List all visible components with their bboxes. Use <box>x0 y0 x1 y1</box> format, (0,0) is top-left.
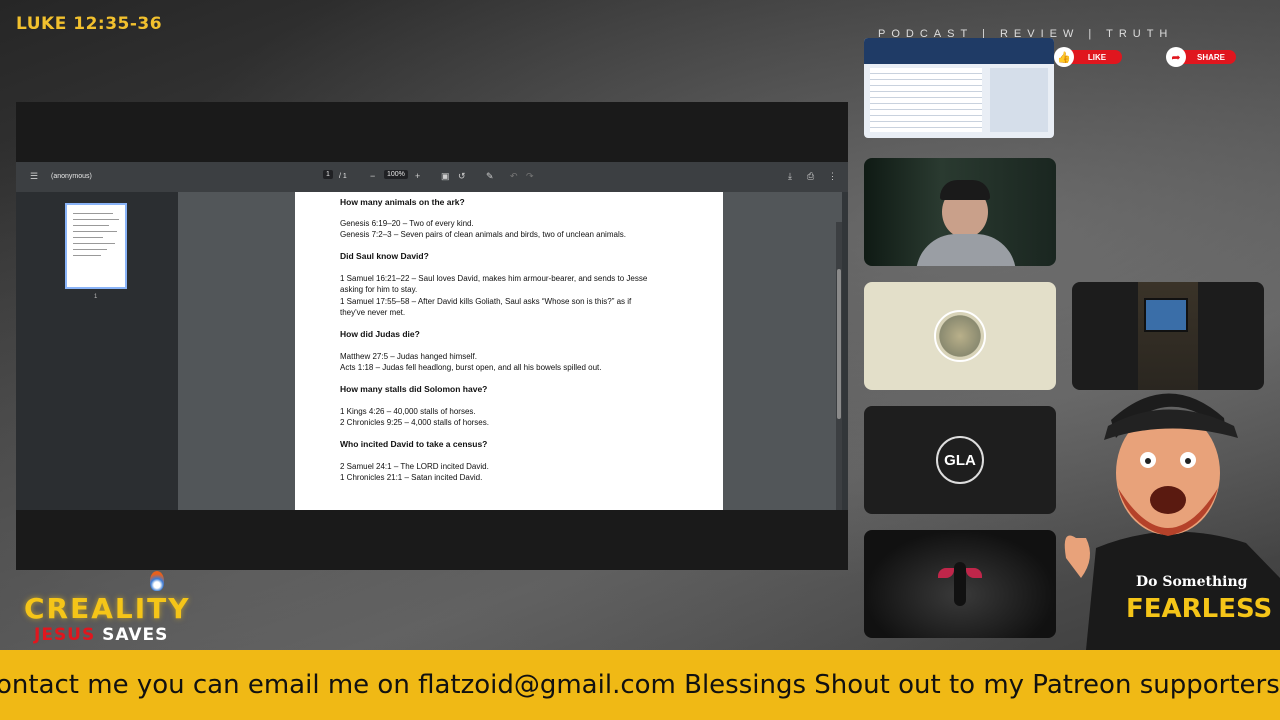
answer-line: 2 Samuel 24:1 – The LORD incited David. <box>340 462 489 471</box>
thumb-line <box>73 225 109 226</box>
page-scrollbar[interactable] <box>836 222 842 510</box>
page-total: / 1 <box>339 173 347 180</box>
jesus-saves-tagline: JESUS SAVES <box>34 625 168 645</box>
answer-line: 1 Chronicles 21:1 – Satan incited David. <box>340 473 483 482</box>
question-heading: Who incited David to take a census? <box>340 439 488 449</box>
figure-wing-left <box>938 568 954 578</box>
page-canvas-area: How many animals on the ark? Genesis 6:1… <box>178 192 842 510</box>
share-label: SHARE <box>1196 52 1225 62</box>
page-thumbnail[interactable] <box>65 203 127 289</box>
zoom-in-icon[interactable]: + <box>415 171 420 181</box>
more-options-icon[interactable]: ⋮ <box>828 171 837 182</box>
annotate-icon[interactable]: ✎ <box>486 171 494 182</box>
question-heading: How many animals on the ark? <box>340 197 465 207</box>
participant-webcam-tile[interactable] <box>864 158 1056 266</box>
person-hoodie <box>916 234 1016 266</box>
page-number-input[interactable]: 1 <box>323 170 333 179</box>
question-heading: Did Saul know David? <box>340 251 429 261</box>
answer-line: 2 Chronicles 9:25 – 4,000 stalls of hors… <box>340 418 489 427</box>
scrollbar-thumb[interactable] <box>837 269 841 419</box>
mini-screen-header <box>864 38 1054 64</box>
thumb-line <box>73 249 107 250</box>
question-heading: How did Judas die? <box>340 329 420 339</box>
zoom-out-icon[interactable]: − <box>370 171 375 181</box>
rotate-icon[interactable]: ↺ <box>458 171 466 182</box>
participant-tile-gla[interactable]: GLA <box>864 406 1056 514</box>
tagline-saves: SAVES <box>102 625 169 645</box>
undo-icon[interactable]: ↶ <box>510 171 518 182</box>
thumbnail-page-number: 1 <box>94 294 98 300</box>
thumb-line <box>73 231 117 232</box>
thumb-line <box>73 237 103 238</box>
host-cartoon-avatar: Do Something FEARLESS <box>1056 378 1280 650</box>
answer-line: 1 Samuel 17:55–58 – After David kills Go… <box>340 297 632 306</box>
thumb-line <box>73 243 115 244</box>
answer-line: asking for him to stay. <box>340 285 418 294</box>
answer-line: 1 Kings 4:26 – 40,000 stalls of horses. <box>340 407 476 416</box>
thumb-line <box>73 213 113 214</box>
answer-line: Genesis 6:19–20 – Two of every kind. <box>340 219 474 228</box>
thumb-line <box>73 219 119 220</box>
thumbnail-sidebar: 1 <box>16 192 179 510</box>
shirt-slogan-line1: Do Something <box>1136 574 1248 590</box>
menu-icon[interactable]: ☰ <box>30 171 38 182</box>
figure-wing-right <box>966 568 982 578</box>
room-tv <box>1144 298 1188 332</box>
shirt-slogan-line2: FEARLESS <box>1126 594 1273 624</box>
answer-line: they've never met. <box>340 308 406 317</box>
document-title: (anonymous) <box>51 173 92 180</box>
download-icon[interactable]: ⤓ <box>788 171 792 182</box>
answer-line: Acts 1:18 – Judas fell headlong, burst o… <box>340 363 602 372</box>
creality-logo: CREALITY <box>24 592 191 625</box>
participant-screen-tile[interactable] <box>864 38 1054 138</box>
answer-line: Matthew 27:5 – Judas hanged himself. <box>340 352 477 361</box>
zoom-level-input[interactable]: 100% <box>384 170 408 179</box>
participant-tile-room[interactable] <box>1072 282 1264 390</box>
news-ticker: ontact me you can email me on flatzoid@g… <box>0 650 1280 720</box>
figure-silhouette <box>954 562 966 606</box>
thumb-line <box>73 255 101 256</box>
ticker-text: ontact me you can email me on flatzoid@g… <box>0 670 1280 700</box>
pdf-viewer: ☰ (anonymous) 1 / 1 − 100% + ▣ ↺ ✎ ↶ ↷ ⤓… <box>16 162 848 510</box>
pdf-toolbar: ☰ (anonymous) 1 / 1 − 100% + ▣ ↺ ✎ ↶ ↷ ⤓… <box>16 162 848 192</box>
coin-emblem <box>934 310 986 362</box>
like-label: LIKE <box>1087 52 1107 62</box>
screen-share-panel: ☰ (anonymous) 1 / 1 − 100% + ▣ ↺ ✎ ↶ ↷ ⤓… <box>16 102 848 570</box>
verse-reference: LUKE 12:35-36 <box>16 14 163 34</box>
tagline-jesus: JESUS <box>34 625 96 645</box>
flame-icon <box>150 571 164 591</box>
mini-screen-sidebar <box>990 68 1048 132</box>
question-heading: How many stalls did Solomon have? <box>340 384 488 394</box>
person-cap <box>940 180 990 200</box>
answer-line: Genesis 7:2–3 – Seven pairs of clean ani… <box>340 230 626 239</box>
fit-page-icon[interactable]: ▣ <box>441 171 450 182</box>
participant-tile-figure[interactable] <box>864 530 1056 638</box>
redo-icon[interactable]: ↷ <box>526 171 534 182</box>
pdf-page: How many animals on the ark? Genesis 6:1… <box>295 192 723 510</box>
mini-screen-body <box>870 68 982 132</box>
participant-tile-coin[interactable] <box>864 282 1056 390</box>
participant-initials-avatar: GLA <box>936 436 984 484</box>
share-arrow-icon: ➦ <box>1166 47 1186 67</box>
answer-line: 1 Samuel 16:21–22 – Saul loves David, ma… <box>340 274 648 283</box>
print-icon[interactable]: ⎙ <box>807 171 814 182</box>
thumbs-up-icon: 👍 <box>1054 47 1074 67</box>
